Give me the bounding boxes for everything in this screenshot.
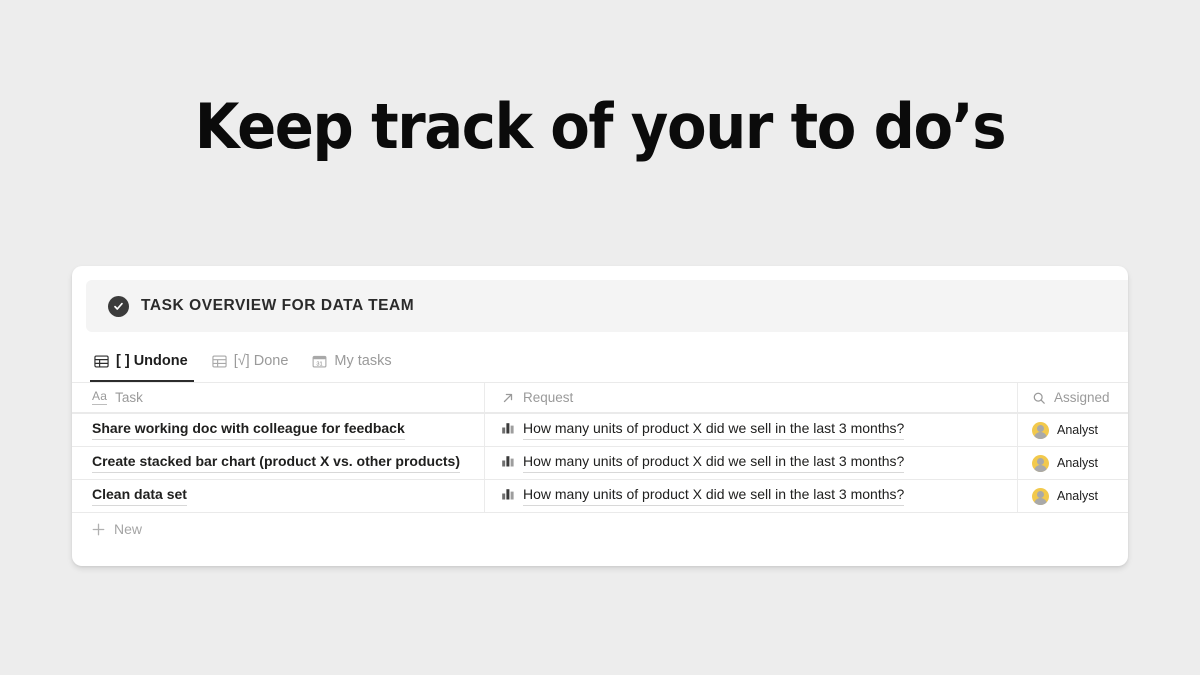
tab-bar: [ ] Undone [√] Done 31 My tasks [90,346,1128,384]
card-header: TASK OVERVIEW FOR DATA TEAM [86,280,1128,332]
avatar [1032,487,1049,505]
task-title[interactable]: Create stacked bar chart (product X vs. … [92,453,460,473]
request-title[interactable]: How many units of product X did we sell … [523,420,905,440]
assignee-name: Analyst [1057,456,1098,470]
arrow-up-right-icon [501,391,515,405]
cell-task[interactable]: Clean data set [72,480,485,512]
calendar-icon: 31 [312,354,327,369]
task-table: Aa Task Request Assigned Share working d… [72,382,1128,545]
request-title[interactable]: How many units of product X did we sell … [523,486,905,506]
cell-assigned[interactable]: Analyst [1018,480,1128,512]
bar-chart-icon [501,487,515,506]
cell-task[interactable]: Share working doc with colleague for fee… [72,414,485,446]
task-overview-card: TASK OVERVIEW FOR DATA TEAM [ ] Undone [… [72,266,1128,566]
check-circle-icon [108,295,129,317]
table-row: Clean data set How many units of product… [72,479,1128,512]
tab-undone[interactable]: [ ] Undone [90,346,194,382]
table-row: Share working doc with colleague for fee… [72,413,1128,446]
add-new-row-button[interactable]: New [72,512,1128,545]
tab-done[interactable]: [√] Done [212,346,291,376]
cell-request[interactable]: How many units of product X did we sell … [485,480,1018,512]
cell-request[interactable]: How many units of product X did we sell … [485,414,1018,446]
tab-done-label: [√] Done [233,353,289,369]
page-title: Keep track of your to do’s [194,90,1007,163]
tab-my-tasks-label: My tasks [334,353,392,369]
cell-request[interactable]: How many units of product X did we sell … [485,447,1018,479]
plus-icon [92,523,105,536]
svg-text:31: 31 [317,361,323,367]
task-title[interactable]: Share working doc with colleague for fee… [92,420,405,440]
task-title[interactable]: Clean data set [92,486,187,506]
assignee-name: Analyst [1057,489,1098,503]
table-icon [94,354,109,369]
table-header-row: Aa Task Request Assigned [72,382,1128,413]
avatar [1032,421,1049,439]
tab-my-tasks[interactable]: 31 My tasks [312,346,393,376]
assignee-name: Analyst [1057,423,1098,437]
cell-assigned[interactable]: Analyst [1018,414,1128,446]
tab-undone-label: [ ] Undone [116,353,188,369]
bar-chart-icon [501,421,515,440]
column-header-request-label: Request [523,390,574,405]
table-icon [212,354,227,369]
column-header-assigned-label: Assigned [1054,390,1110,405]
avatar [1032,454,1049,472]
column-header-request[interactable]: Request [485,383,1018,412]
cell-task[interactable]: Create stacked bar chart (product X vs. … [72,447,485,479]
column-header-task[interactable]: Aa Task [72,383,485,412]
column-header-task-label: Task [115,390,143,405]
text-aa-icon: Aa [92,389,108,405]
search-icon [1032,391,1046,405]
bar-chart-icon [501,454,515,473]
request-title[interactable]: How many units of product X did we sell … [523,453,905,473]
column-header-assigned[interactable]: Assigned [1018,383,1128,412]
card-title: TASK OVERVIEW FOR DATA TEAM [141,297,415,314]
add-new-row-label: New [114,521,143,537]
table-row: Create stacked bar chart (product X vs. … [72,446,1128,479]
cell-assigned[interactable]: Analyst [1018,447,1128,479]
